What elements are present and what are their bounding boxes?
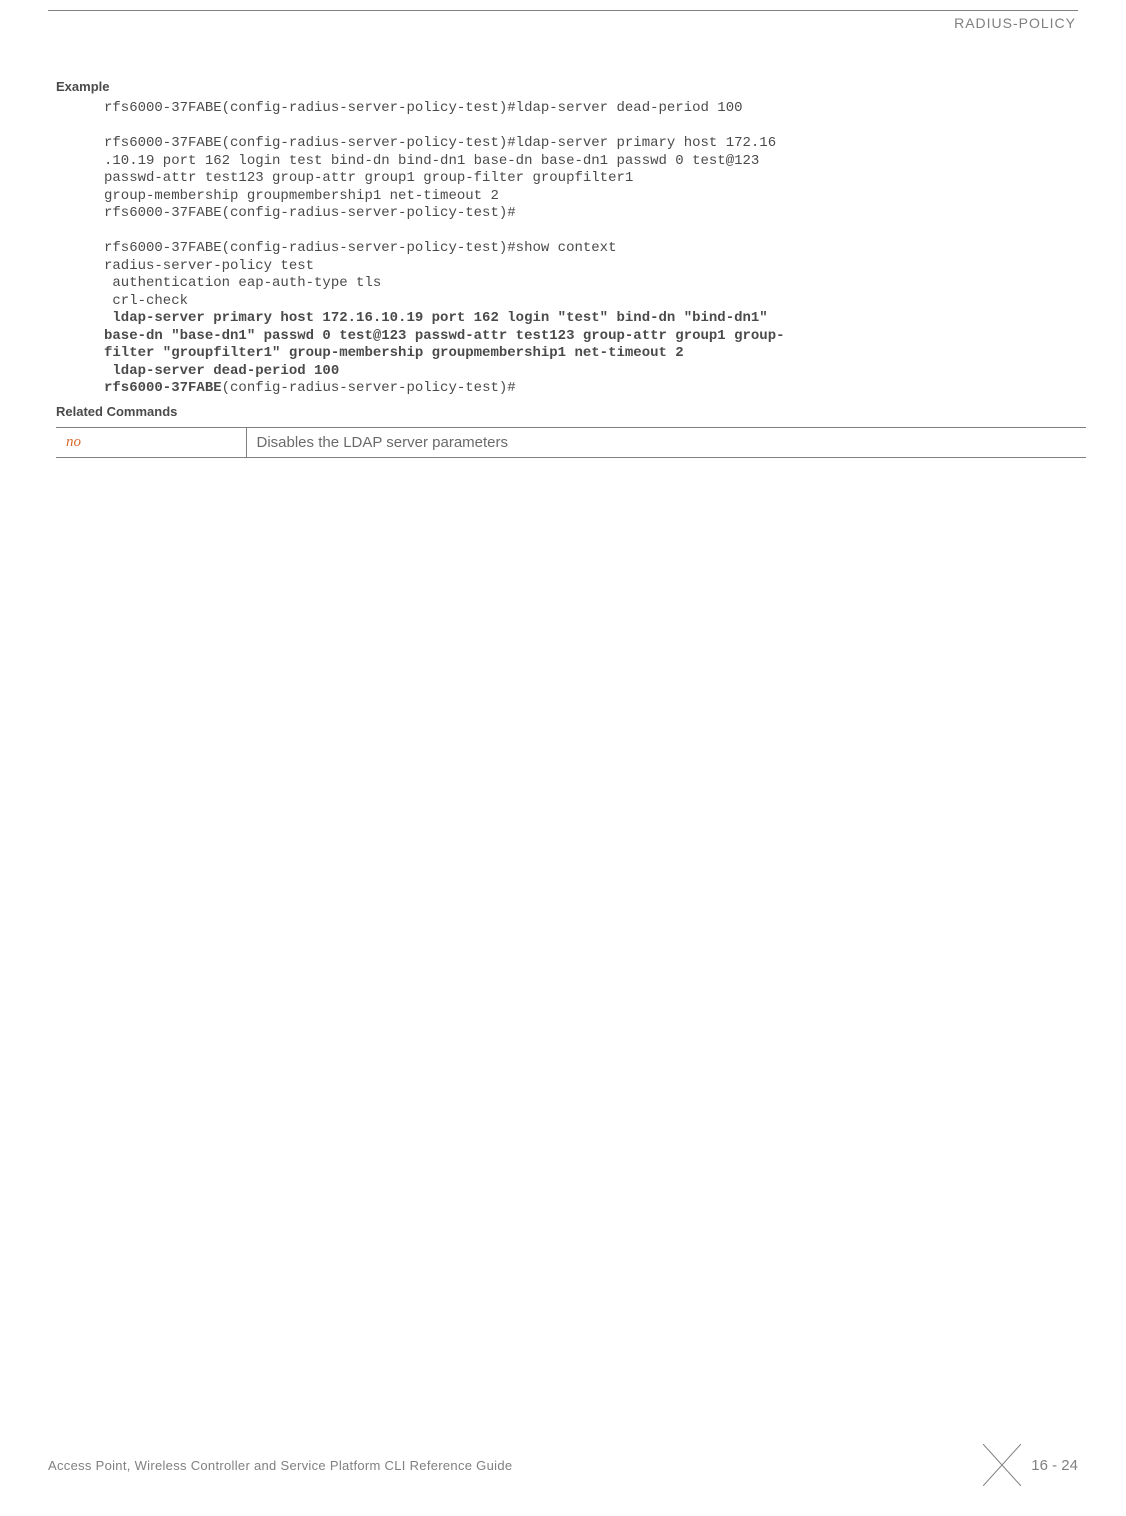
- page-container: RADIUS-POLICY Example rfs6000-37FABE(con…: [0, 0, 1126, 1516]
- code-line: crl-check: [104, 293, 188, 309]
- code-line: .10.19 port 162 login test bind-dn bind-…: [104, 153, 768, 169]
- page-number-container: 16 - 24: [983, 1444, 1078, 1486]
- page-number: 16 - 24: [1031, 1457, 1078, 1474]
- code-line: rfs6000-37FABE(config-radius-server-poli…: [104, 100, 743, 116]
- footer-doc-title: Access Point, Wireless Controller and Se…: [48, 1458, 512, 1473]
- code-example-block: rfs6000-37FABE(config-radius-server-poli…: [104, 100, 1078, 398]
- code-line-bold: ldap-server dead-period 100: [104, 363, 339, 379]
- code-line: radius-server-policy test: [104, 258, 314, 274]
- code-line-bold: rfs6000-37FABE: [104, 380, 222, 396]
- page-footer: Access Point, Wireless Controller and Se…: [48, 1444, 1078, 1486]
- top-horizontal-rule: [48, 10, 1078, 11]
- table-row: no Disables the LDAP server parameters: [56, 427, 1086, 457]
- code-line: rfs6000-37FABE(config-radius-server-poli…: [104, 240, 616, 256]
- code-line: (config-radius-server-policy-test)#: [222, 380, 516, 396]
- page-header-title: RADIUS-POLICY: [48, 15, 1078, 31]
- related-commands-heading: Related Commands: [56, 404, 1078, 419]
- code-line: rfs6000-37FABE(config-radius-server-poli…: [104, 205, 516, 221]
- example-heading: Example: [56, 79, 1078, 94]
- code-line-bold: ldap-server primary host 172.16.10.19 po…: [104, 310, 776, 326]
- code-line: group-membership groupmembership1 net-ti…: [104, 188, 499, 204]
- page-decoration-icon: [983, 1444, 1021, 1486]
- command-name-cell: no: [56, 427, 246, 457]
- code-line: passwd-attr test123 group-attr group1 gr…: [104, 170, 633, 186]
- code-line-bold: base-dn "base-dn1" passwd 0 test@123 pas…: [104, 328, 785, 344]
- code-line: authentication eap-auth-type tls: [104, 275, 381, 291]
- code-line-bold: filter "groupfilter1" group-membership g…: [104, 345, 684, 361]
- related-commands-table: no Disables the LDAP server parameters: [56, 427, 1086, 458]
- command-desc-cell: Disables the LDAP server parameters: [246, 427, 1086, 457]
- code-line: rfs6000-37FABE(config-radius-server-poli…: [104, 135, 776, 151]
